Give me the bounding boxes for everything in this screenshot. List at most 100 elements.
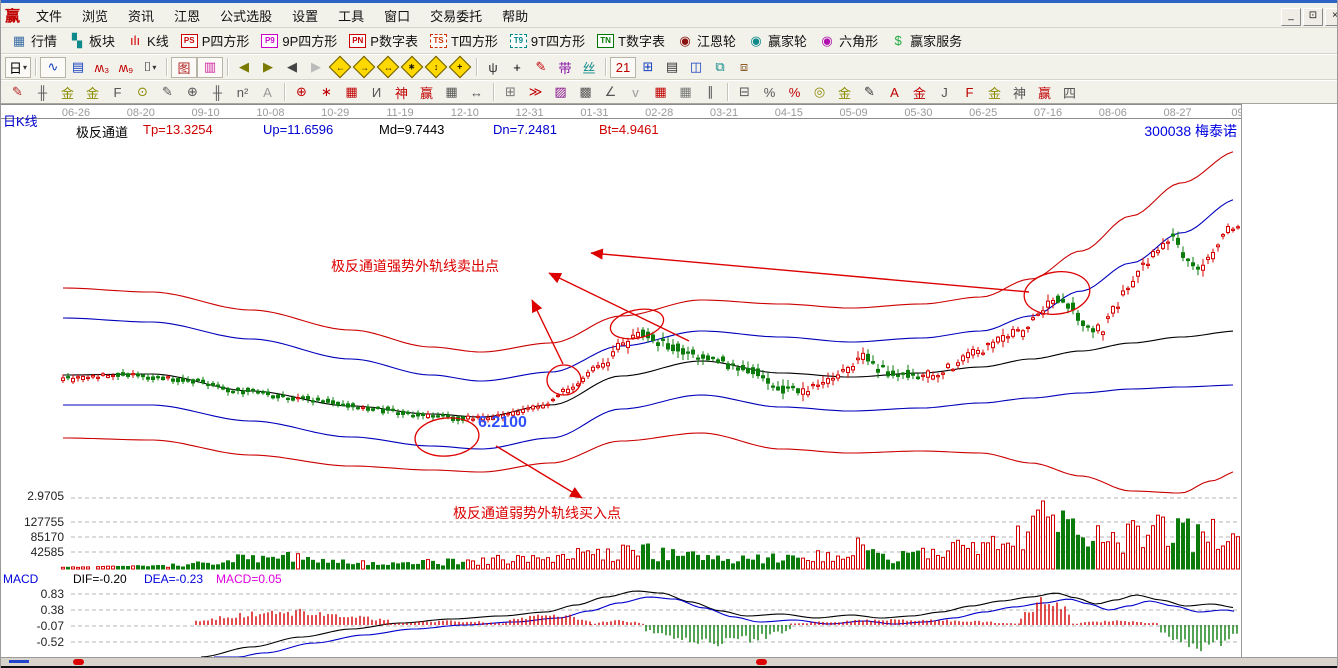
draw-tool-14[interactable]: ▦ [339,83,364,102]
K线-button[interactable]: ılıK线 [121,30,175,51]
draw-tool-9[interactable]: n² [230,83,255,102]
diamond-right-button[interactable]: → [353,56,376,79]
draw-tool-26[interactable]: v [623,83,648,102]
prev-button[interactable]: ◀ [280,58,304,77]
9P四方形-button[interactable]: P99P四方形 [255,30,343,51]
diamond-all-button[interactable]: + [449,56,472,79]
板块-button[interactable]: ▚板块 [63,30,121,51]
draw-tool-1[interactable]: ╫ [30,83,55,102]
close-button[interactable]: × [1325,8,1338,26]
draw-tool-21[interactable]: ⊞ [498,83,523,102]
menu-item-5[interactable]: 设置 [282,3,328,28]
draw-tool-38[interactable]: 金 [907,83,932,102]
draw-tool-37[interactable]: A [882,83,907,102]
draw-tool-13[interactable]: ∗ [314,83,339,102]
draw-tool-18[interactable]: ▦ [439,83,464,102]
toolbar-label: 行情 [31,31,57,50]
draw-tool-39[interactable]: J [932,83,957,102]
draw-tool-42[interactable]: 神 [1007,83,1032,102]
save-icon[interactable]: ◫ [684,58,708,77]
draw-tool-3[interactable]: 金 [80,83,105,102]
period-button[interactable]: 日▾ [5,57,31,78]
wave3-icon[interactable]: ʍ₃ [90,58,114,77]
remote-icon[interactable]: ⧈ [732,58,756,77]
menu-item-4[interactable]: 公式选股 [210,3,282,28]
next-button[interactable]: ▶ [304,58,328,77]
draw-tool-36[interactable]: ✎ [857,83,882,102]
draw-tool-19[interactable]: ↔ [464,83,489,102]
draw-tool-32[interactable]: % [757,83,782,102]
menu-item-6[interactable]: 工具 [328,3,374,28]
draw-tool-7[interactable]: ⊕ [180,83,205,102]
doc-icon[interactable]: ▤ [66,58,90,77]
9T四方形-button[interactable]: T99T四方形 [504,30,591,51]
draw-tool-28[interactable]: ▦ [673,83,698,102]
minimize-button[interactable]: _ [1281,8,1301,26]
restore-button[interactable]: ⊡ [1303,8,1323,26]
last-button[interactable]: ▶ [256,58,280,77]
draw-tool-41[interactable]: 金 [982,83,1007,102]
draw-tool-44[interactable]: 四 [1057,83,1082,102]
teal-tool-icon[interactable]: 丝 [577,58,601,77]
menu-item-0[interactable]: 文件 [26,3,72,28]
wave9-icon[interactable]: ʍ₉ [114,58,138,77]
draw-tool-10[interactable]: A [255,83,280,102]
draw-tool-4[interactable]: F [105,83,130,102]
T数字表-button[interactable]: TNT数字表 [591,30,671,51]
plot-region[interactable]: 06-2608-2009-1010-0810-2911-1912-1012-31… [1,104,1242,658]
draw-tool-31[interactable]: ⊟ [732,83,757,102]
menu-item-9[interactable]: 帮助 [492,3,538,28]
calendar-icon[interactable]: 21 [610,57,636,78]
draw-tool-35[interactable]: 金 [832,83,857,102]
draw-tool-29[interactable]: ∥ [698,83,723,102]
calculator-icon[interactable]: ⊞ [636,58,660,77]
draw-tool-40[interactable]: F [957,83,982,102]
江恩轮-button[interactable]: ◉江恩轮 [671,30,742,51]
draw-tool-23[interactable]: ▨ [548,83,573,102]
draw-tool-0[interactable]: ✎ [5,83,30,102]
draw-tool-24[interactable]: ▩ [573,83,598,102]
draw-tool-43[interactable]: 赢 [1032,83,1057,102]
draw-tool-8[interactable]: ╫ [205,83,230,102]
candle-style-button[interactable]: ⌷▾ [138,58,162,77]
draw-tool-33[interactable]: % [782,83,807,102]
menu-item-2[interactable]: 资讯 [118,3,164,28]
行情-button[interactable]: ▦行情 [5,30,63,51]
menu-item-1[interactable]: 浏览 [72,3,118,28]
draw-tool-16[interactable]: 神 [389,83,414,102]
draw-tool-17[interactable]: 赢 [414,83,439,102]
draw-tool-6[interactable]: ✎ [155,83,180,102]
macd-pane-label[interactable]: MACD [3,572,38,586]
赢家服务-button[interactable]: $赢家服务 [884,30,968,51]
diamond-left-button[interactable]: ← [329,56,352,79]
P四方形-button[interactable]: PSP四方形 [175,30,256,51]
draw-tool-2[interactable]: 金 [55,83,80,102]
scribble-icon[interactable]: ∿ [40,57,66,78]
diamond-both-button[interactable]: ↔ [377,56,400,79]
first-button[interactable]: ◀ [232,58,256,77]
draw-tool-25[interactable]: ∠ [598,83,623,102]
menu-item-7[interactable]: 窗口 [374,3,420,28]
menu-item-3[interactable]: 江恩 [164,3,210,28]
draw-tool-15[interactable]: И [364,83,389,102]
P数字表-button[interactable]: PNP数字表 [343,30,424,51]
diamond-vert-button[interactable]: ↕ [425,56,448,79]
notes-icon[interactable]: ▤ [660,58,684,77]
pen-tool-icon[interactable]: ✎ [529,58,553,77]
draw-tool-22[interactable]: ≫ [523,83,548,102]
draw-tool-27[interactable]: ▦ [648,83,673,102]
colorbar-icon[interactable]: ▥ [197,57,223,78]
purple-tool-icon[interactable]: 带 [553,58,577,77]
draw-tool-12[interactable]: ⊕ [289,83,314,102]
network-icon[interactable]: ⧉ [708,58,732,77]
hand-tool-icon[interactable]: ψ [481,58,505,77]
diamond-star-button[interactable]: ∗ [401,56,424,79]
六角形-button[interactable]: ◉六角形 [813,30,884,51]
T四方形-button[interactable]: TST四方形 [424,30,504,51]
menu-item-8[interactable]: 交易委托 [420,3,492,28]
chart-mode-icon[interactable]: 图 [171,57,197,78]
draw-tool-5[interactable]: ⊙ [130,83,155,102]
draw-tool-34[interactable]: ◎ [807,83,832,102]
赢家轮-button[interactable]: ◉赢家轮 [742,30,813,51]
crosshair-tool-icon[interactable]: + [505,58,529,77]
